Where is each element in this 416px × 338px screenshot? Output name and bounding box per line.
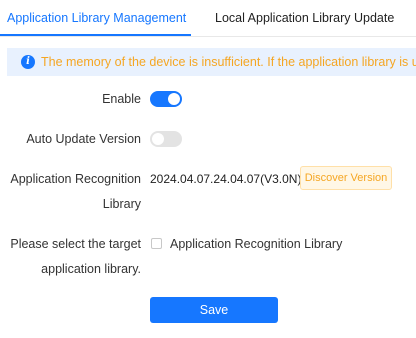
info-icon: i	[21, 55, 35, 69]
recognition-library-label-line2: Library	[102, 197, 141, 211]
tab-bar: Application Library Management Local App…	[0, 0, 416, 37]
auto-update-version-toggle[interactable]	[150, 131, 182, 147]
toggle-knob	[168, 93, 180, 105]
active-tab-indicator	[0, 34, 191, 36]
library-version-value: 2024.04.07.24.04.07(V3.0N)	[150, 172, 302, 186]
memory-warning-alert: i The memory of the device is insufficie…	[7, 48, 416, 76]
tab-local-application-library-update[interactable]: Local Application Library Update	[215, 11, 394, 25]
alert-text: The memory of the device is insufficient…	[41, 55, 416, 69]
enable-label: Enable	[102, 92, 141, 106]
discover-version-button[interactable]: Discover Version	[300, 166, 392, 190]
auto-update-version-label: Auto Update Version	[26, 132, 141, 146]
recognition-library-checkbox-label[interactable]: Application Recognition Library	[170, 237, 342, 251]
tab-application-library-management[interactable]: Application Library Management	[7, 11, 186, 25]
toggle-knob	[152, 133, 164, 145]
recognition-library-label-line1: Application Recognition	[10, 172, 141, 186]
recognition-library-checkbox[interactable]	[151, 238, 162, 249]
target-library-label-line1: Please select the target	[10, 237, 141, 251]
save-button[interactable]: Save	[150, 297, 278, 323]
enable-toggle[interactable]	[150, 91, 182, 107]
target-library-label-line2: application library.	[41, 262, 141, 276]
